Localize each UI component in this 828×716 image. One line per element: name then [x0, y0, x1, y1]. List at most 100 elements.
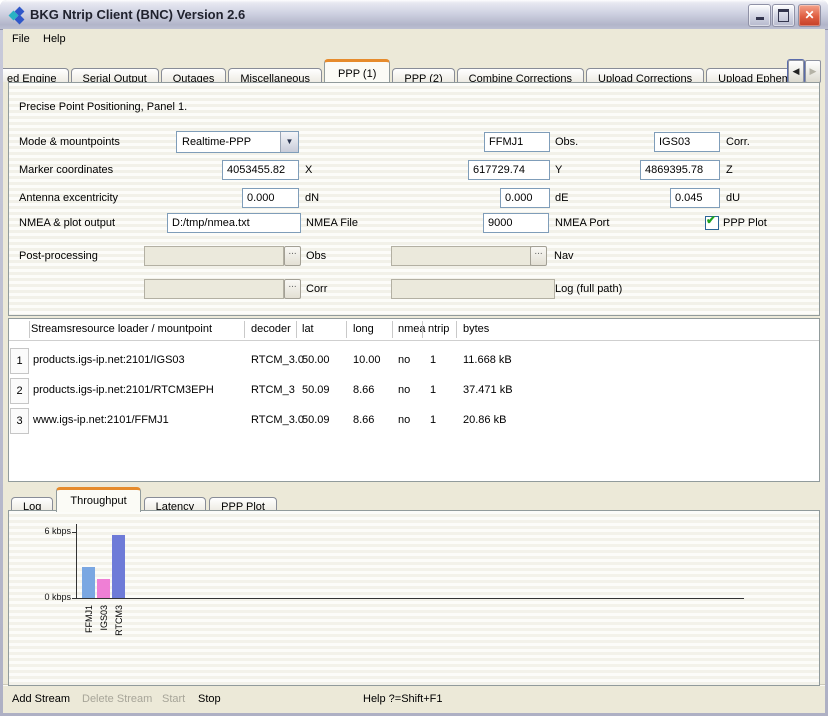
y-coordinate-field[interactable]: 617729.74 — [468, 160, 550, 180]
row-header-3[interactable]: 3 — [10, 408, 29, 434]
cell-ntrip[interactable]: 1 — [430, 384, 436, 396]
y-axis — [76, 524, 77, 598]
pp-obs-browse-button[interactable]: ... — [284, 246, 301, 266]
cell-source[interactable]: products.igs-ip.net:2101/IGS03 — [33, 354, 185, 366]
cell-lat[interactable]: 50.00 — [302, 354, 330, 366]
app-icon — [9, 7, 25, 23]
pp-corr-browse-button[interactable]: ... — [284, 279, 301, 299]
y-label: Y — [555, 160, 562, 180]
tab-ppp-2[interactable]: PPP (2) — [392, 68, 454, 82]
streams-table: Streams: resource loader / mountpoint de… — [8, 318, 820, 482]
header-decoder: decoder — [251, 323, 291, 335]
checkmark-icon: ✔ — [706, 213, 716, 227]
du-label: dU — [726, 188, 740, 208]
tab-miscellaneous[interactable]: Miscellaneous — [228, 68, 322, 82]
x-coordinate-field[interactable]: 4053455.82 — [222, 160, 299, 180]
pp-corr-label: Corr — [306, 279, 327, 299]
pp-nav-label: Nav — [554, 246, 574, 266]
stop-button[interactable]: Stop — [198, 693, 221, 705]
du-field[interactable]: 0.045 — [670, 188, 720, 208]
minimize-button[interactable] — [748, 4, 771, 27]
tab-throughput[interactable]: Throughput — [56, 487, 140, 512]
column-divider — [29, 321, 30, 338]
pp-obs-file-field[interactable] — [144, 246, 284, 266]
ppp-plot-label: PPP Plot — [723, 213, 767, 233]
nmea-file-label: NMEA File — [306, 213, 358, 233]
nmea-port-label: NMEA Port — [555, 213, 609, 233]
pp-log-file-field[interactable] — [391, 279, 555, 299]
cell-decoder[interactable]: RTCM_3.0 — [251, 354, 304, 366]
cell-bytes[interactable]: 37.471 kB — [463, 384, 513, 396]
cell-long[interactable]: 8.66 — [353, 414, 374, 426]
throughput-panel: 6 kbps 0 kbps FFMJ1 IGS03 RTCM3 — [8, 510, 820, 686]
minimize-icon — [756, 17, 764, 20]
corr-mountpoint-field[interactable]: IGS03 — [654, 132, 720, 152]
tab-feed-engine[interactable]: ed Engine — [3, 68, 69, 82]
cell-ntrip[interactable]: 1 — [430, 354, 436, 366]
row-header-2[interactable]: 2 — [10, 378, 29, 404]
arrow-right-icon: ▶ — [810, 66, 817, 76]
main-tab-bar: ed EngineSerial OutputOutagesMiscellaneo… — [3, 59, 797, 82]
delete-stream-button[interactable]: Delete Stream — [82, 693, 152, 705]
tab-scroll-left-button[interactable]: ◀ — [788, 60, 804, 83]
streams-table-header: Streams: resource loader / mountpoint de… — [9, 319, 819, 341]
tab-serial-output[interactable]: Serial Output — [71, 68, 159, 82]
pp-nav-file-field[interactable] — [391, 246, 531, 266]
close-button[interactable]: ✕ — [798, 4, 821, 27]
window-title: BKG Ntrip Client (BNC) Version 2.6 — [30, 7, 245, 22]
mode-mountpoints-label: Mode & mountpoints — [19, 132, 120, 152]
tab-scroll-right-button[interactable]: ▶ — [805, 60, 821, 83]
help-button[interactable]: Help ?=Shift+F1 — [363, 693, 443, 705]
pp-nav-browse-button[interactable]: ... — [530, 246, 547, 266]
header-ntrip: ntrip — [428, 323, 449, 335]
cell-long[interactable]: 10.00 — [353, 354, 381, 366]
cell-nmea[interactable]: no — [398, 354, 410, 366]
antenna-excentricity-label: Antenna excentricity — [19, 188, 118, 208]
cell-source[interactable]: products.igs-ip.net:2101/RTCM3EPH — [33, 384, 214, 396]
menu-file[interactable]: File — [12, 33, 30, 45]
title-bar[interactable]: BKG Ntrip Client (BNC) Version 2.6 ✕ — [0, 0, 828, 30]
menu-bar: File Help — [3, 29, 825, 52]
mode-combobox[interactable]: Realtime-PPP ▼ — [176, 131, 299, 153]
start-button[interactable]: Start — [162, 693, 185, 705]
dn-field[interactable]: 0.000 — [242, 188, 299, 208]
cell-decoder[interactable]: RTCM_3.0 — [251, 414, 304, 426]
cell-bytes[interactable]: 20.86 kB — [463, 414, 506, 426]
bar-igs03 — [97, 579, 110, 598]
header-source: resource loader / mountpoint — [72, 323, 212, 335]
x-label-igs03: IGS03 — [99, 605, 109, 639]
nmea-file-field[interactable]: D:/tmp/nmea.txt — [167, 213, 301, 233]
panel-heading: Precise Point Positioning, Panel 1. — [19, 101, 187, 113]
pp-corr-file-field[interactable] — [144, 279, 284, 299]
row-header-1[interactable]: 1 — [10, 348, 29, 374]
tab-upload-corrections[interactable]: Upload Corrections — [586, 68, 704, 82]
tab-outages[interactable]: Outages — [161, 68, 227, 82]
add-stream-button[interactable]: Add Stream — [12, 693, 70, 705]
cell-nmea[interactable]: no — [398, 414, 410, 426]
cell-ntrip[interactable]: 1 — [430, 414, 436, 426]
nmea-port-field[interactable]: 9000 — [483, 213, 549, 233]
pp-log-label: Log (full path) — [555, 279, 622, 299]
de-label: dE — [555, 188, 568, 208]
column-divider — [296, 321, 297, 338]
cell-bytes[interactable]: 11.668 kB — [463, 354, 512, 366]
menu-help[interactable]: Help — [43, 33, 66, 45]
cell-decoder[interactable]: RTCM_3 — [251, 384, 295, 396]
cell-lat[interactable]: 50.09 — [302, 384, 330, 396]
cell-long[interactable]: 8.66 — [353, 384, 374, 396]
arrow-left-icon: ◀ — [793, 66, 800, 76]
tab-upload-ephemeris[interactable]: Upload Ephemeris — [706, 68, 797, 82]
tab-combine-corrections[interactable]: Combine Corrections — [457, 68, 584, 82]
maximize-button[interactable] — [772, 4, 795, 27]
ppp-plot-checkbox[interactable]: ✔ — [705, 216, 719, 230]
z-coordinate-field[interactable]: 4869395.78 — [640, 160, 720, 180]
cell-lat[interactable]: 50.09 — [302, 414, 330, 426]
obs-mountpoint-field[interactable]: FFMJ1 — [484, 132, 550, 152]
cell-nmea[interactable]: no — [398, 384, 410, 396]
cell-source[interactable]: www.igs-ip.net:2101/FFMJ1 — [33, 414, 169, 426]
de-field[interactable]: 0.000 — [500, 188, 550, 208]
tab-ppp-1[interactable]: PPP (1) — [324, 59, 390, 82]
status-bar: Add Stream Delete Stream Start Stop Help… — [3, 684, 825, 714]
bar-ffmj1 — [82, 567, 95, 598]
header-lat: lat — [302, 323, 314, 335]
